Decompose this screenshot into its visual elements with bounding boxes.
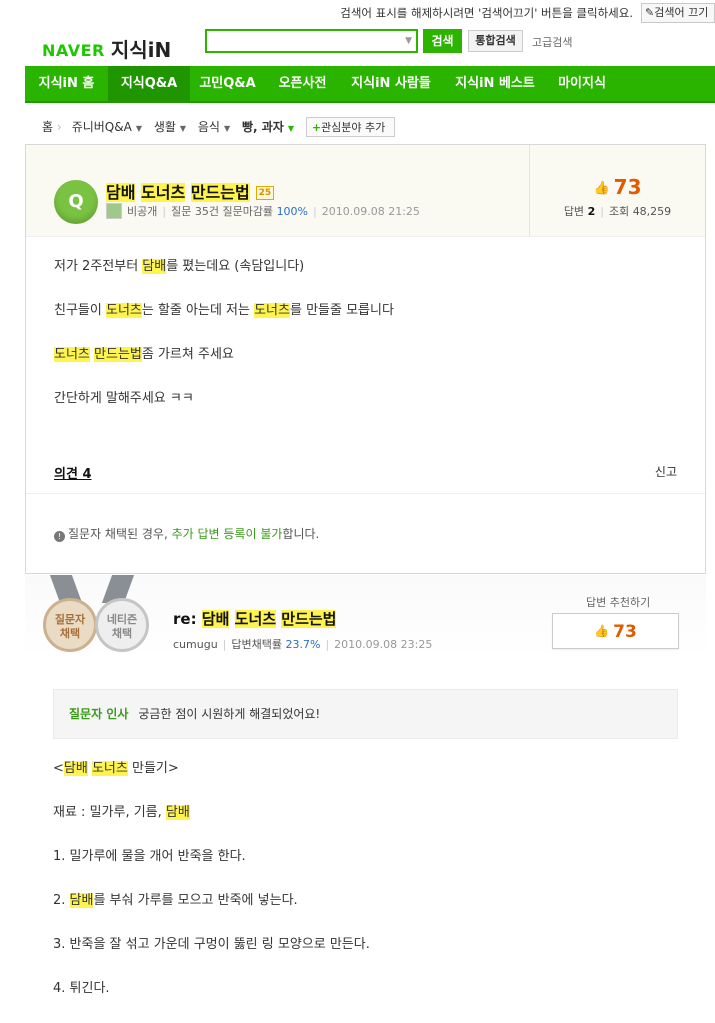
answer-title: re: 담배 도너츠 만드는법	[173, 610, 337, 628]
report-link[interactable]: 신고	[655, 463, 677, 480]
chevron-down-icon[interactable]: ▼	[136, 124, 142, 133]
close-rate-label: 질문마감률	[222, 205, 274, 218]
question-date: 2010.09.08 21:25	[321, 205, 420, 218]
divider	[26, 493, 705, 494]
question-line: 친구들이 도너츠는 할줄 아는데 저는 도너츠를 만들줄 모릅니다	[54, 303, 394, 318]
search-input[interactable]: ▼	[205, 29, 418, 53]
breadcrumb-junior-qa[interactable]: 쥬니버Q&A	[72, 120, 132, 134]
asker-greeting: 질문자 인사 궁금한 점이 시원하게 해결되었어요!	[53, 689, 678, 739]
answer-author[interactable]: cumugu	[173, 638, 218, 651]
search-dropdown-icon[interactable]: ▼	[405, 36, 412, 46]
thumbs-up-icon: 👍	[594, 624, 610, 638]
answer-panel: 질문자 채택 네티즌 채택 re: 담배 도너츠 만드는법 cumugu | 답변채택률…	[25, 575, 706, 1005]
question-meta: 비공개 | 질문 35건 질문마감률 100% | 2010.09.08 21:25	[106, 203, 420, 219]
answer-view-counts: 답변 2 | 조회 48,259	[563, 205, 672, 218]
add-interest-label: 관심분야 추가	[321, 121, 386, 134]
answers-label: 답변	[563, 205, 585, 218]
views-label: 조회	[608, 205, 630, 218]
main-nav: 지식iN 홈 지식Q&A 고민Q&A 오픈사전 지식iN 사람들 지식iN 베스…	[25, 66, 715, 103]
thumbs-up-icon: 👍	[593, 181, 610, 196]
question-body: 저가 2주전부터 담배를 폈는데요 (속담입니다) 친구들이 도너츠는 할줄 아…	[54, 257, 394, 433]
question-title: 담배 도너츠 만드는법 25	[106, 179, 275, 203]
title-keyword: 도너츠	[141, 183, 186, 202]
recommend-answer-button[interactable]: 👍 73	[552, 613, 679, 649]
netizen-adopted-medal-icon: 네티즌 채택	[95, 598, 149, 652]
breadcrumb-home[interactable]: 홈	[42, 120, 53, 134]
title-keyword: 담배	[106, 183, 136, 202]
advanced-search-link[interactable]: 고급검색	[532, 34, 572, 50]
answer-line: 재료 : 밀가루, 기름, 담배	[53, 805, 190, 820]
question-line: 간단하게 말해주세요 ㅋㅋ	[54, 391, 194, 406]
recommend-answer-label: 답변 추천하기	[586, 596, 651, 609]
search-highlight-notice-bar: 검색어 표시를 해제하시려면 '검색어끄기' 버튼을 클릭하세요. ✎검색어 끄…	[0, 0, 715, 26]
highlight-notice-text: 검색어 표시를 해제하시려면 '검색어끄기' 버튼을 클릭하세요.	[340, 6, 633, 20]
question-author: 비공개	[127, 205, 158, 218]
answer-recommend-count: 73	[613, 622, 637, 642]
plus-icon: +	[311, 121, 322, 134]
chevron-down-icon[interactable]: ▼	[224, 124, 230, 133]
answer-header: 질문자 채택 네티즌 채택 re: 담배 도너츠 만드는법 cumugu | 답변채택률…	[25, 575, 706, 660]
question-line: 도너츠 만드는법좀 가르쳐 주세요	[54, 347, 234, 362]
chevron-down-icon[interactable]: ▼	[180, 124, 186, 133]
breadcrumb-food[interactable]: 음식	[198, 120, 220, 134]
asker-adopted-medal-icon: 질문자 채택	[43, 598, 97, 652]
answers-count: 2	[587, 205, 596, 218]
question-line: 저가 2주전부터 담배를 폈는데요 (속담입니다)	[54, 259, 305, 274]
greeting-text: 궁금한 점이 시원하게 해결되었어요!	[138, 707, 321, 721]
nav-kin-home[interactable]: 지식iN 홈	[25, 66, 108, 101]
nav-kin-best[interactable]: 지식iN 베스트	[442, 66, 548, 101]
greeting-label: 질문자 인사	[69, 707, 129, 721]
kin-logo-text: 지식iN	[110, 38, 172, 62]
breadcrumb: 홈 › 쥬니버Q&A ▼ 생활 ▼ 음식 ▼ 빵, 과자 ▼ +관심분야 추가	[42, 117, 399, 137]
integrated-search-button[interactable]: 통합검색	[468, 30, 523, 52]
highlight-off-button[interactable]: ✎검색어 끄기	[641, 3, 715, 23]
nav-worry-qa[interactable]: 고민Q&A	[190, 66, 265, 101]
nav-open-dictionary[interactable]: 오픈사전	[265, 66, 340, 101]
opinions-link[interactable]: 의견 4	[54, 463, 92, 482]
breadcrumb-current[interactable]: 빵, 과자	[242, 120, 284, 134]
highlight-off-label: 검색어 끄기	[654, 6, 709, 19]
nav-kin-qa[interactable]: 지식Q&A	[108, 66, 190, 101]
answer-line: <담배 도너츠 만들기>	[53, 761, 179, 776]
search-button[interactable]: 검색	[423, 29, 462, 53]
naver-logo-text: NAVER	[42, 41, 105, 60]
nav-my-kin[interactable]: 마이지식	[548, 66, 616, 101]
close-rate: 100%	[276, 205, 309, 218]
avatar	[106, 203, 122, 219]
naver-kin-logo[interactable]: NAVER 지식iN	[42, 33, 171, 62]
title-keyword: 만드는법	[190, 183, 250, 202]
answer-line: 1. 밀가루에 물을 개어 반죽을 한다.	[53, 849, 246, 864]
answer-body: <담배 도너츠 만들기> 재료 : 밀가루, 기름, 담배 1. 밀가루에 물을…	[53, 759, 370, 1023]
question-header: Q 담배 도너츠 만드는법 25 비공개 | 질문 35건 질문마감률 100% | 20…	[26, 145, 705, 237]
question-q-icon: Q	[54, 180, 98, 224]
points-badge: 25	[255, 186, 275, 200]
breadcrumb-life[interactable]: 생활	[154, 120, 176, 134]
question-recommend-count: 73	[613, 175, 642, 199]
adoption-notice: ! 질문자 채택된 경우, 추가 답변 등록이 불가합니다.	[54, 525, 319, 542]
views-count: 48,259	[632, 205, 672, 218]
question-recommend-score[interactable]: 👍 73	[530, 175, 705, 199]
adopt-rate-label: 답변채택률	[231, 638, 282, 651]
warning-icon: !	[54, 531, 65, 542]
nav-kin-people[interactable]: 지식iN 사람들	[340, 66, 442, 101]
breadcrumb-separator-icon: ›	[57, 120, 62, 134]
adopt-rate: 23.7%	[285, 638, 321, 651]
question-count: 질문 35건	[171, 205, 219, 218]
add-interest-button[interactable]: +관심분야 추가	[305, 117, 396, 137]
answer-meta: cumugu | 답변채택률 23.7% | 2010.09.08 23:25	[173, 638, 433, 651]
question-stats: 👍 73 답변 2 | 조회 48,259	[529, 145, 705, 237]
answer-line: 4. 튀긴다.	[53, 981, 110, 996]
question-panel: Q 담배 도너츠 만드는법 25 비공개 | 질문 35건 질문마감률 100% | 20…	[25, 144, 706, 574]
answer-line: 3. 반죽을 잘 섞고 가운데 구멍이 뚫린 링 모양으로 만든다.	[53, 937, 370, 952]
answer-line: 2. 담배를 부숴 가루를 모으고 반죽에 넣는다.	[53, 893, 298, 908]
chevron-down-icon[interactable]: ▼	[288, 124, 294, 133]
pencil-icon: ✎	[645, 6, 655, 19]
answer-date: 2010.09.08 23:25	[334, 638, 433, 651]
